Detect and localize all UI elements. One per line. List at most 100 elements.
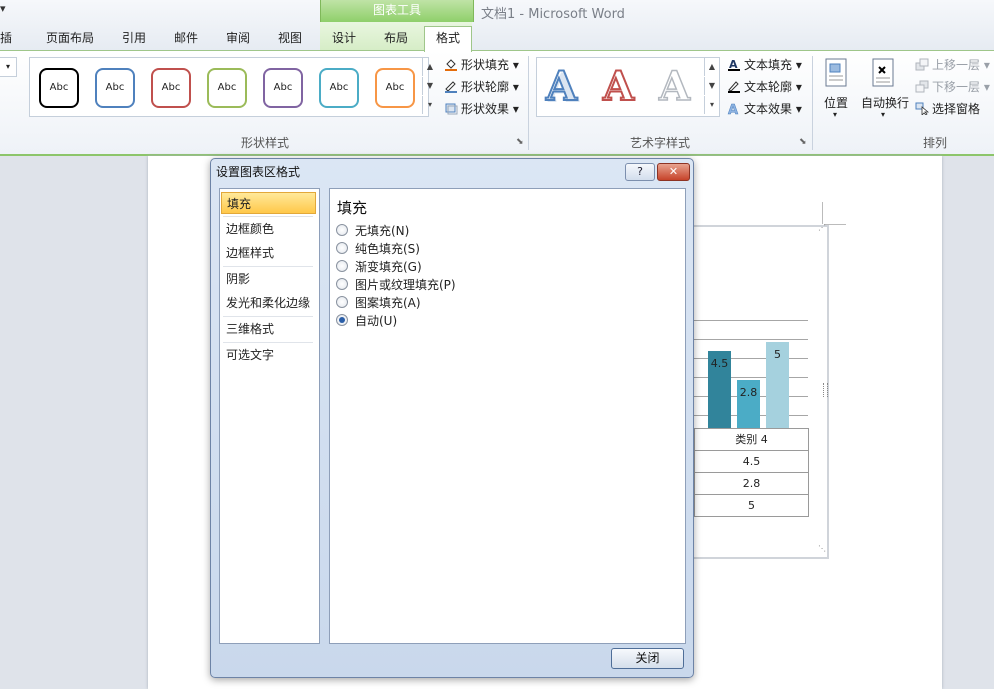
- text-effects-icon: A: [728, 103, 739, 115]
- send-backward-button: 下移一层 ▾: [915, 78, 990, 95]
- chart-data-label: 5: [774, 348, 781, 361]
- wordart-style-1[interactable]: A: [545, 63, 578, 111]
- dialog-title: 设置图表区格式: [216, 165, 301, 179]
- shape-effects-button[interactable]: 形状效果 ▾: [444, 100, 519, 117]
- option-pattern-fill[interactable]: 图案填充(A): [336, 295, 421, 311]
- position-button[interactable]: 位置: [824, 94, 848, 111]
- wordart-launcher-icon[interactable]: ⬊: [799, 137, 807, 147]
- category-separator: [223, 316, 313, 317]
- radio-icon[interactable]: [336, 224, 348, 236]
- bring-forward-button: 上移一层 ▾: [915, 56, 990, 73]
- svg-text:A: A: [728, 103, 738, 115]
- tab-review[interactable]: 审阅: [218, 29, 258, 50]
- wrap-text-icon[interactable]: [871, 58, 897, 88]
- table-category-header: 类别 4: [694, 428, 809, 451]
- category-separator: [223, 266, 313, 267]
- wordart-more[interactable]: ▾: [704, 96, 719, 114]
- chart-data-label: 4.5: [710, 356, 729, 370]
- category-shadow[interactable]: 阴影: [221, 268, 316, 290]
- chart-resize-handle[interactable]: [823, 383, 828, 397]
- wrap-text-button[interactable]: 自动换行: [861, 94, 909, 111]
- wordart-style-3[interactable]: A: [658, 63, 691, 111]
- window-title: 文档1 - Microsoft Word: [481, 7, 625, 22]
- category-border-color[interactable]: 边框颜色: [221, 218, 316, 240]
- wordart-scroll-down[interactable]: ▼: [704, 77, 719, 95]
- wrap-text-dropdown-icon[interactable]: ▾: [881, 110, 885, 119]
- text-outline-button[interactable]: 文本轮廓 ▾: [727, 78, 802, 95]
- section-title: 填充: [337, 199, 368, 217]
- gallery-scroll-down[interactable]: ▼: [422, 77, 437, 95]
- chart-data-label: 2.8: [739, 385, 758, 399]
- crop-mark: [822, 202, 823, 224]
- category-alt-text[interactable]: 可选文字: [221, 344, 316, 366]
- wordart-scroll-up[interactable]: ▲: [704, 58, 719, 76]
- category-3d-format[interactable]: 三维格式: [221, 318, 316, 340]
- radio-icon[interactable]: [336, 296, 348, 308]
- shape-style-4[interactable]: Abc: [207, 68, 247, 108]
- tab-mailings[interactable]: 邮件: [166, 29, 206, 50]
- shape-style-2[interactable]: Abc: [95, 68, 135, 108]
- category-separator: [223, 342, 313, 343]
- radio-icon[interactable]: [336, 260, 348, 272]
- category-separator: [223, 216, 313, 217]
- position-dropdown-icon[interactable]: ▾: [833, 110, 837, 119]
- close-button[interactable]: 关闭: [611, 648, 684, 669]
- text-fill-button[interactable]: A 文本填充 ▾: [727, 56, 802, 73]
- shape-style-6[interactable]: Abc: [319, 68, 359, 108]
- tab-design[interactable]: 设计: [324, 29, 364, 50]
- tab-format[interactable]: 格式: [424, 26, 472, 52]
- chart-resize-handle[interactable]: ⋱: [818, 544, 828, 554]
- tab-references[interactable]: 引用: [114, 29, 154, 50]
- chart-resize-handle[interactable]: ⋰: [818, 223, 826, 232]
- radio-checked-icon[interactable]: [336, 314, 348, 326]
- gallery-more[interactable]: ▾: [422, 96, 437, 114]
- table-cell: 5: [694, 495, 809, 517]
- option-solid-fill[interactable]: 纯色填充(S): [336, 241, 420, 257]
- chart-plot-area: 4.5 2.8 5: [694, 300, 808, 430]
- help-button[interactable]: ?: [625, 163, 655, 181]
- wordart-style-2[interactable]: A: [602, 63, 635, 111]
- shape-style-1[interactable]: Abc: [39, 68, 79, 108]
- shape-fill-button[interactable]: 形状填充 ▾: [444, 56, 519, 73]
- shape-style-3[interactable]: Abc: [151, 68, 191, 108]
- text-outline-icon: [728, 81, 740, 93]
- text-effects-button[interactable]: A 文本效果 ▾: [727, 100, 802, 117]
- tab-insert[interactable]: 插入: [0, 29, 22, 63]
- wordart-group-label: 艺术字样式: [629, 136, 690, 150]
- pen-icon: [445, 81, 457, 93]
- table-cell: 4.5: [694, 451, 809, 473]
- shape-styles-group-label: 形状样式: [240, 136, 289, 150]
- position-icon[interactable]: [824, 58, 850, 88]
- paint-bucket-icon: [445, 59, 457, 71]
- group-separator: [812, 56, 813, 150]
- shape-outline-button[interactable]: 形状轮廓 ▾: [444, 78, 519, 95]
- selection-pane-icon: [915, 102, 929, 115]
- selection-pane-button[interactable]: 选择窗格: [915, 100, 980, 117]
- category-glow-soft-edges[interactable]: 发光和柔化边缘: [221, 292, 316, 314]
- bring-forward-icon: [915, 58, 929, 71]
- shape-style-5[interactable]: Abc: [263, 68, 303, 108]
- chart-tools-context-label: 图表工具: [320, 0, 474, 22]
- arrange-group-label: 排列: [922, 136, 947, 150]
- option-picture-texture-fill[interactable]: 图片或纹理填充(P): [336, 277, 456, 293]
- shape-styles-launcher-icon[interactable]: ⬊: [516, 137, 524, 147]
- tab-layout[interactable]: 布局: [376, 29, 416, 50]
- shape-effects-icon: [445, 103, 458, 115]
- send-backward-icon: [915, 80, 929, 93]
- shape-style-7[interactable]: Abc: [375, 68, 415, 108]
- radio-icon[interactable]: [336, 242, 348, 254]
- category-border-style[interactable]: 边框样式: [221, 242, 316, 264]
- dialog-close-x-button[interactable]: ✕: [657, 163, 690, 181]
- option-automatic[interactable]: 自动(U): [336, 313, 397, 329]
- gallery-scroll-up[interactable]: ▲: [422, 58, 437, 76]
- ribbon-left-scroll[interactable]: ▾: [0, 57, 17, 77]
- text-fill-icon: A: [728, 58, 740, 71]
- tab-page-layout[interactable]: 页面布局: [40, 29, 100, 50]
- option-no-fill[interactable]: 无填充(N): [336, 223, 409, 239]
- quick-access-dropdown[interactable]: ▾: [0, 2, 6, 15]
- option-gradient-fill[interactable]: 渐变填充(G): [336, 259, 422, 275]
- category-fill[interactable]: 填充: [221, 192, 316, 214]
- radio-icon[interactable]: [336, 278, 348, 290]
- group-separator: [528, 56, 529, 150]
- tab-view[interactable]: 视图: [270, 29, 310, 50]
